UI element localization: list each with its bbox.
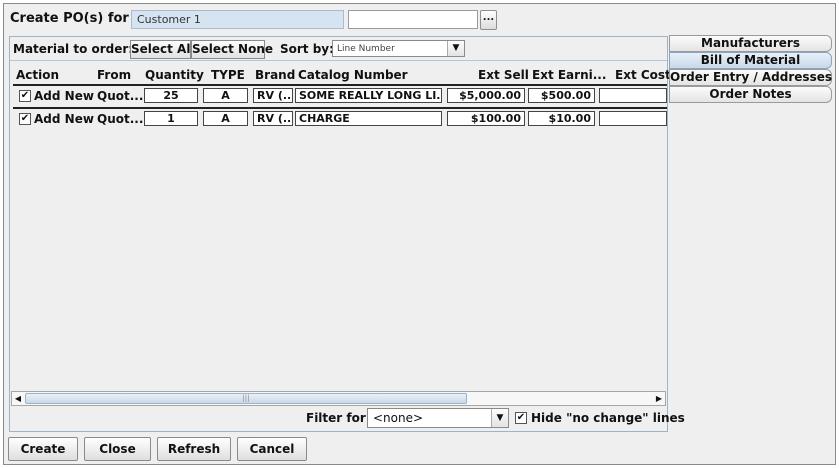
tab-order-notes[interactable]: Order Notes — [669, 86, 832, 103]
row-action: Add New — [34, 112, 94, 126]
sort-by-label: Sort by: — [280, 42, 334, 56]
material-panel: Material to order: Select All Select Non… — [9, 36, 685, 432]
filter-select[interactable]: <none> ▼ — [367, 408, 509, 428]
triangle-down-icon[interactable]: ▼ — [491, 409, 508, 427]
create-po-dialog: Create PO(s) for : Customer 1 ... Materi… — [3, 3, 836, 465]
row-type[interactable]: A — [203, 111, 248, 126]
row-ext-earnings[interactable]: $500.00 — [528, 88, 595, 103]
triangle-down-icon[interactable]: ▼ — [447, 41, 464, 56]
select-all-button[interactable]: Select All — [130, 40, 195, 59]
row-ext-cost[interactable] — [599, 111, 667, 126]
tab-order-entry-addresses[interactable]: Order Entry / Addresses — [669, 69, 832, 86]
material-toolbar: Material to order: Select All Select Non… — [10, 37, 667, 61]
row-from: Quot... — [97, 89, 144, 103]
col-header-from: From — [97, 68, 132, 82]
hide-no-change-label: Hide "no change" lines — [531, 411, 685, 425]
checkmark-icon[interactable]: ✔ — [19, 113, 31, 125]
col-header-ext-cost: Ext Cost — [615, 68, 671, 82]
tab-manufacturers[interactable]: Manufacturers — [669, 35, 832, 52]
customer-field[interactable]: Customer 1 — [131, 10, 344, 29]
row-catalog-number[interactable]: SOME REALLY LONG LI... — [295, 88, 442, 103]
select-none-button[interactable]: Select None — [191, 40, 273, 59]
row-type[interactable]: A — [203, 88, 248, 103]
col-header-brand: Brand — [255, 68, 296, 82]
col-header-type: TYPE — [211, 68, 245, 82]
checkmark-icon[interactable]: ✔ — [515, 412, 527, 424]
create-po-label: Create PO(s) for : — [10, 11, 139, 26]
table-row[interactable]: ✔ Add New Quot... 25 A RV (... SOME REAL… — [13, 84, 667, 105]
row-brand[interactable]: RV (... — [253, 88, 293, 103]
col-header-quantity: Quantity — [145, 68, 204, 82]
col-header-action: Action — [16, 68, 60, 82]
filter-for-label: Filter for: — [306, 411, 371, 425]
refresh-button[interactable]: Refresh — [157, 437, 231, 461]
row-action: Add New — [34, 89, 94, 103]
row-ext-cost[interactable] — [599, 88, 667, 103]
checkmark-icon[interactable]: ✔ — [19, 90, 31, 102]
cancel-button[interactable]: Cancel — [237, 437, 307, 461]
row-brand[interactable]: RV (... — [253, 111, 293, 126]
material-to-order-label: Material to order: — [13, 42, 134, 56]
browse-button[interactable]: ... — [480, 10, 497, 30]
col-header-ext-earnings: Ext Earni... — [532, 68, 607, 82]
row-ext-earnings[interactable]: $10.00 — [528, 111, 595, 126]
secondary-field[interactable] — [348, 10, 478, 29]
create-button[interactable]: Create — [8, 437, 78, 461]
arrow-right-icon[interactable]: ▶ — [653, 392, 665, 405]
col-header-ext-sell: Ext Sell — [478, 68, 529, 82]
row-from: Quot... — [97, 112, 144, 126]
row-ext-sell[interactable]: $5,000.00 — [447, 88, 525, 103]
horizontal-scrollbar[interactable]: ◀ ||| ▶ — [11, 391, 666, 406]
row-ext-sell[interactable]: $100.00 — [447, 111, 525, 126]
tab-bill-of-material[interactable]: Bill of Material — [669, 52, 832, 69]
filter-value: <none> — [373, 411, 424, 425]
row-catalog-number[interactable]: CHARGE — [295, 111, 442, 126]
sort-by-value: Line Number — [337, 44, 395, 54]
row-quantity[interactable]: 25 — [144, 88, 198, 103]
col-header-catalog-number: Catalog Number — [298, 68, 408, 82]
row-quantity[interactable]: 1 — [144, 111, 198, 126]
arrow-left-icon[interactable]: ◀ — [12, 392, 24, 405]
sort-by-select[interactable]: Line Number ▼ — [332, 40, 465, 57]
table-row[interactable]: ✔ Add New Quot... 1 A RV (... CHARGE $10… — [13, 107, 667, 128]
close-button[interactable]: Close — [84, 437, 151, 461]
scrollbar-thumb[interactable]: ||| — [25, 393, 467, 404]
